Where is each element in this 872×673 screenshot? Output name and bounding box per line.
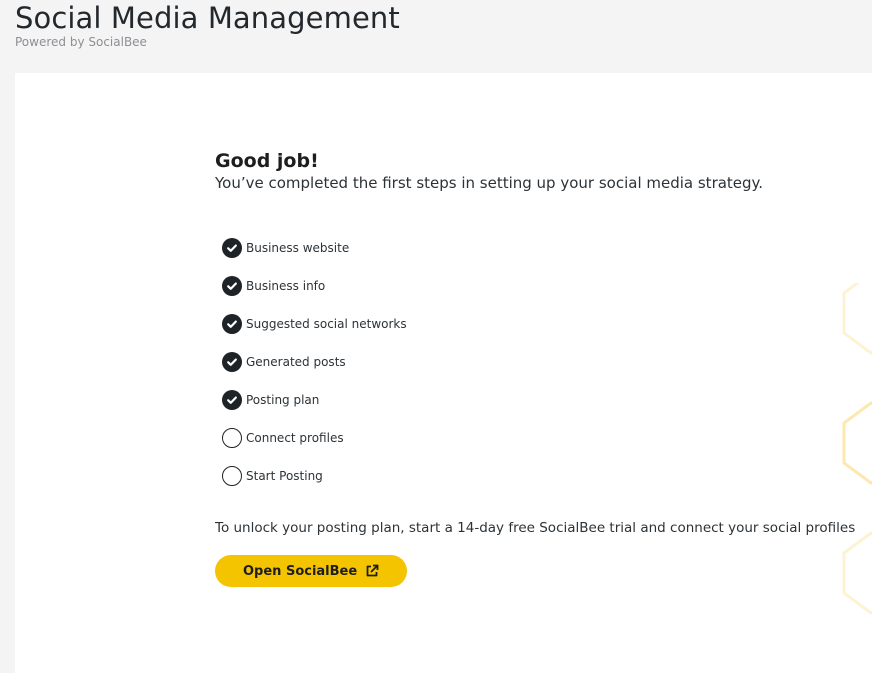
step-business-website: Business website xyxy=(222,229,855,267)
step-business-info: Business info xyxy=(222,267,855,305)
steps-checklist: Business website Business info Suggested… xyxy=(222,229,855,495)
step-label: Business website xyxy=(246,241,350,255)
step-label: Connect profiles xyxy=(246,431,344,445)
step-label: Business info xyxy=(246,279,326,293)
step-start-posting: Start Posting xyxy=(222,457,855,495)
success-subheading: You’ve completed the first steps in sett… xyxy=(215,174,764,192)
step-suggested-social-networks: Suggested social networks xyxy=(222,305,855,343)
check-circle-icon xyxy=(222,276,242,296)
check-circle-icon xyxy=(222,238,242,258)
external-link-icon xyxy=(365,564,379,578)
step-posting-plan: Posting plan xyxy=(222,381,855,419)
success-heading: Good job! xyxy=(215,150,319,172)
page-header: Social Media Management Powered by Socia… xyxy=(15,0,400,50)
step-label: Posting plan xyxy=(246,393,320,407)
open-socialbee-button[interactable]: Open SocialBee xyxy=(215,555,408,587)
empty-circle-icon xyxy=(222,428,242,448)
check-circle-icon xyxy=(222,352,242,372)
open-socialbee-label: Open SocialBee xyxy=(243,563,358,579)
page-title: Social Media Management xyxy=(15,1,400,35)
step-label: Generated posts xyxy=(246,355,346,369)
cta-description: To unlock your posting plan, start a 14-… xyxy=(215,520,856,536)
onboarding-content: Good job! You’ve completed the first ste… xyxy=(215,149,855,587)
step-generated-posts: Generated posts xyxy=(222,343,855,381)
empty-circle-icon xyxy=(222,466,242,486)
onboarding-card: Good job! You’ve completed the first ste… xyxy=(15,73,872,673)
step-label: Start Posting xyxy=(246,469,323,483)
check-circle-icon xyxy=(222,390,242,410)
step-label: Suggested social networks xyxy=(246,317,407,331)
step-connect-profiles: Connect profiles xyxy=(222,419,855,457)
check-circle-icon xyxy=(222,314,242,334)
